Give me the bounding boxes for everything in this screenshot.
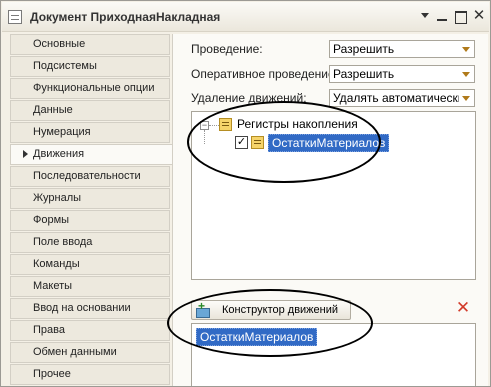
tree-group-label: Регистры накопления bbox=[237, 117, 358, 131]
sidebar-item-journals[interactable]: Журналы bbox=[10, 188, 170, 209]
sidebar-item-data[interactable]: Данные bbox=[10, 100, 170, 121]
realtime-posting-select[interactable]: Разрешить bbox=[329, 65, 475, 83]
tree-connector bbox=[209, 125, 219, 126]
sidebar: Основные Подсистемы Функциональные опции… bbox=[10, 34, 173, 386]
movements-text-area[interactable]: ОстаткиМатериалов bbox=[191, 323, 476, 386]
sidebar-item-label: Права bbox=[33, 324, 65, 336]
sidebar-item-label: Последовательности bbox=[33, 170, 141, 182]
posting-label: Проведение: bbox=[191, 42, 263, 56]
sidebar-item-label: Команды bbox=[33, 258, 80, 270]
sidebar-item-label: Формы bbox=[33, 214, 70, 226]
window-title: Документ ПриходнаяНакладная bbox=[30, 10, 221, 24]
constructor-button-label: Конструктор движений bbox=[222, 304, 339, 316]
close-icon[interactable]: ✕ bbox=[471, 8, 487, 24]
realtime-posting-value: Разрешить bbox=[333, 67, 395, 81]
sidebar-item-label: Нумерация bbox=[33, 126, 91, 138]
register-icon bbox=[251, 136, 264, 149]
sidebar-item-label: Подсистемы bbox=[33, 60, 97, 72]
document-window: Документ ПриходнаяНакладная ✕ Основные П… bbox=[0, 0, 491, 387]
collapse-icon[interactable]: − bbox=[200, 121, 209, 130]
sidebar-item-templates[interactable]: Макеты bbox=[10, 276, 170, 297]
sidebar-item-main[interactable]: Основные bbox=[10, 34, 170, 55]
text-area-value: ОстаткиМатериалов bbox=[196, 328, 318, 346]
sidebar-item-data-exchange[interactable]: Обмен данными bbox=[10, 342, 170, 363]
sidebar-item-label: Прочее bbox=[33, 368, 71, 380]
register-checkbox[interactable]: ✓ bbox=[235, 136, 248, 149]
delete-icon[interactable]: ✕ bbox=[455, 299, 471, 316]
sidebar-item-other[interactable]: Прочее bbox=[10, 364, 170, 385]
sidebar-item-label: Движения bbox=[33, 148, 85, 160]
sidebar-item-rights[interactable]: Права bbox=[10, 320, 170, 341]
sidebar-item-numbering[interactable]: Нумерация bbox=[10, 122, 170, 143]
sidebar-item-label: Макеты bbox=[33, 280, 73, 292]
title-bar[interactable]: Документ ПриходнаяНакладная ✕ bbox=[2, 2, 489, 32]
constructor-icon bbox=[195, 299, 210, 318]
sidebar-item-input-field[interactable]: Поле ввода bbox=[10, 232, 170, 253]
tree-connector bbox=[204, 130, 205, 144]
active-arrow-icon bbox=[23, 150, 28, 158]
registers-tree: − Регистры накопления ✓ ОстаткиМатериало… bbox=[191, 111, 476, 280]
sidebar-item-label: Ввод на основании bbox=[33, 302, 131, 314]
minimize-icon[interactable] bbox=[434, 8, 450, 24]
chevron-down-icon[interactable] bbox=[459, 66, 474, 82]
main-panel: Проведение: Разрешить Оперативное провед… bbox=[172, 34, 488, 386]
maximize-icon[interactable] bbox=[452, 8, 468, 24]
sidebar-item-label: Обмен данными bbox=[33, 346, 117, 358]
sidebar-item-label: Журналы bbox=[33, 192, 82, 204]
delete-movements-value: Удалять автоматически bbox=[333, 91, 465, 105]
tree-item-label[interactable]: ОстаткиМатериалов bbox=[268, 134, 390, 152]
sidebar-item-label: Данные bbox=[33, 104, 73, 116]
chevron-down-icon[interactable] bbox=[459, 90, 474, 106]
movements-constructor-button[interactable]: Конструктор движений bbox=[191, 299, 351, 320]
posting-value: Разрешить bbox=[333, 42, 395, 56]
sidebar-item-commands[interactable]: Команды bbox=[10, 254, 170, 275]
posting-select[interactable]: Разрешить bbox=[329, 40, 475, 58]
sidebar-item-sequences[interactable]: Последовательности bbox=[10, 166, 170, 187]
sidebar-item-subsystems[interactable]: Подсистемы bbox=[10, 56, 170, 77]
sidebar-item-functional-options[interactable]: Функциональные опции bbox=[10, 78, 170, 99]
sidebar-item-forms[interactable]: Формы bbox=[10, 210, 170, 231]
chevron-down-icon[interactable] bbox=[459, 41, 474, 57]
sidebar-item-label: Поле ввода bbox=[33, 236, 93, 248]
sidebar-item-input-based-on[interactable]: Ввод на основании bbox=[10, 298, 170, 319]
delete-movements-select[interactable]: Удалять автоматически bbox=[329, 89, 475, 107]
accumulation-register-icon bbox=[219, 118, 232, 131]
document-icon bbox=[8, 10, 22, 24]
sidebar-item-movements[interactable]: Движения bbox=[10, 144, 173, 165]
window-menu-icon[interactable] bbox=[417, 8, 433, 24]
delete-movements-label: Удаление движений: bbox=[191, 91, 307, 105]
sidebar-item-label: Функциональные опции bbox=[33, 82, 155, 94]
sidebar-item-label: Основные bbox=[33, 38, 86, 50]
realtime-posting-label: Оперативное проведение: bbox=[191, 67, 338, 81]
